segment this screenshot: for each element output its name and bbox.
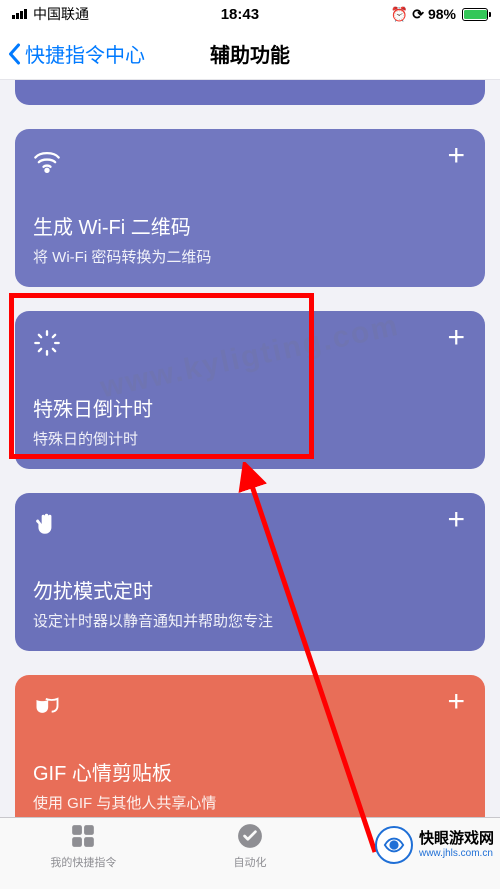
card-add-button[interactable]: + xyxy=(447,509,465,531)
card-subtitle: 设定计时器以静音通知并帮助您专注 xyxy=(33,610,467,631)
card-title: GIF 心情剪贴板 xyxy=(33,757,467,786)
brand-url: www.jhls.com.cn xyxy=(419,848,494,859)
signal-icon xyxy=(12,9,27,19)
page-title: 辅助功能 xyxy=(210,39,290,68)
card-dnd-timer[interactable]: + 勿扰模式定时 设定计时器以静音通知并帮助您专注 xyxy=(15,493,485,651)
nav-back-label: 快捷指令中心 xyxy=(25,39,145,68)
hand-icon xyxy=(33,511,61,539)
wifi-icon xyxy=(33,147,61,175)
card-title: 勿扰模式定时 xyxy=(33,575,467,604)
card-title: 生成 Wi-Fi 二维码 xyxy=(33,211,467,240)
card-special-day-countdown[interactable]: + 特殊日倒计时 特殊日的倒计时 xyxy=(15,311,485,469)
card-add-button[interactable]: + xyxy=(447,691,465,713)
card-fragment-top[interactable] xyxy=(15,80,485,105)
battery-percent: 98% xyxy=(428,6,456,22)
card-gif-mood-clipboard[interactable]: + GIF 心情剪贴板 使用 GIF 与其他人共享心情 xyxy=(15,675,485,817)
card-wifi-qr[interactable]: + 生成 Wi-Fi 二维码 将 Wi-Fi 密码转换为二维码 xyxy=(15,129,485,287)
card-add-button[interactable]: + xyxy=(447,145,465,167)
nav-back-button[interactable]: 快捷指令中心 xyxy=(8,39,145,68)
brand-logo-icon xyxy=(375,826,413,864)
tab-label: 我的快捷指令 xyxy=(50,854,116,870)
battery-icon xyxy=(462,8,488,21)
brand-name: 快眼游戏网 xyxy=(419,831,494,848)
card-subtitle: 特殊日的倒计时 xyxy=(33,428,467,449)
card-subtitle: 使用 GIF 与其他人共享心情 xyxy=(33,792,467,813)
card-subtitle: 将 Wi-Fi 密码转换为二维码 xyxy=(33,246,467,267)
masks-icon xyxy=(33,693,61,721)
status-time: 18:43 xyxy=(89,6,391,23)
tab-automation[interactable]: 自动化 xyxy=(167,822,334,889)
nav-bar: 快捷指令中心 辅助功能 xyxy=(0,28,500,80)
content-scroll[interactable]: + 生成 Wi-Fi 二维码 将 Wi-Fi 密码转换为二维码 + 特殊日倒计时… xyxy=(0,80,500,817)
check-circle-icon xyxy=(236,822,264,850)
carrier-label: 中国联通 xyxy=(33,4,89,24)
tab-my-shortcuts[interactable]: 我的快捷指令 xyxy=(0,822,167,889)
alarm-icon: ⏰ xyxy=(391,6,408,23)
card-add-button[interactable]: + xyxy=(447,327,465,349)
status-bar: 中国联通 18:43 ⏰ ⟳ 98% xyxy=(0,0,500,28)
wand-icon xyxy=(33,329,61,357)
card-title: 特殊日倒计时 xyxy=(33,393,467,422)
tab-label: 自动化 xyxy=(234,854,267,870)
brand-watermark: 快眼游戏网 www.jhls.com.cn xyxy=(375,826,494,864)
rotation-lock-icon: ⟳ xyxy=(412,6,424,23)
grid-icon xyxy=(69,822,97,850)
